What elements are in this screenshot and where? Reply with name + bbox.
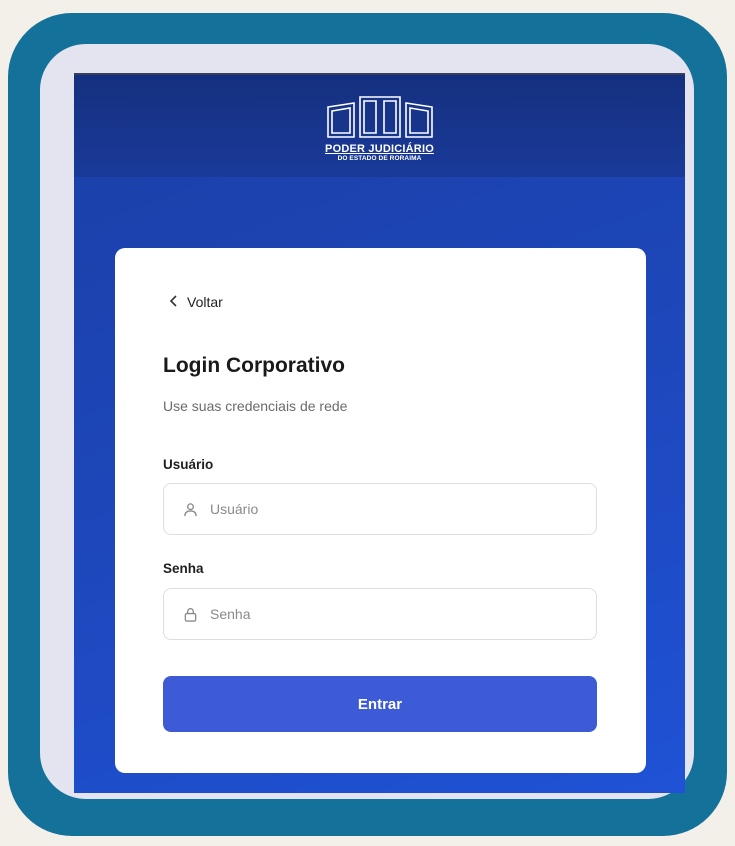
back-label: Voltar (187, 294, 223, 310)
username-label: Usuário (163, 457, 214, 472)
court-logo: PODER JUDICIÁRIO DO ESTADO DE RORAIMA (300, 93, 460, 163)
logo-title: PODER JUDICIÁRIO (325, 143, 434, 155)
password-input[interactable] (208, 605, 592, 623)
username-field[interactable] (163, 483, 597, 535)
logo-subtitle: DO ESTADO DE RORAIMA (337, 155, 422, 162)
header-banner: PODER JUDICIÁRIO DO ESTADO DE RORAIMA (74, 75, 685, 177)
back-link[interactable]: Voltar (169, 294, 223, 310)
lock-icon (182, 606, 198, 622)
user-icon (182, 501, 198, 517)
page-subtitle: Use suas credenciais de rede (163, 398, 348, 414)
password-field[interactable] (163, 588, 597, 640)
password-label: Senha (163, 561, 204, 576)
login-card: Voltar Login Corporativo Use suas creden… (115, 248, 646, 773)
court-building-icon (326, 96, 433, 138)
chevron-left-icon (169, 294, 179, 310)
username-input[interactable] (208, 500, 592, 518)
login-button[interactable]: Entrar (163, 676, 597, 732)
page-title: Login Corporativo (163, 354, 345, 377)
